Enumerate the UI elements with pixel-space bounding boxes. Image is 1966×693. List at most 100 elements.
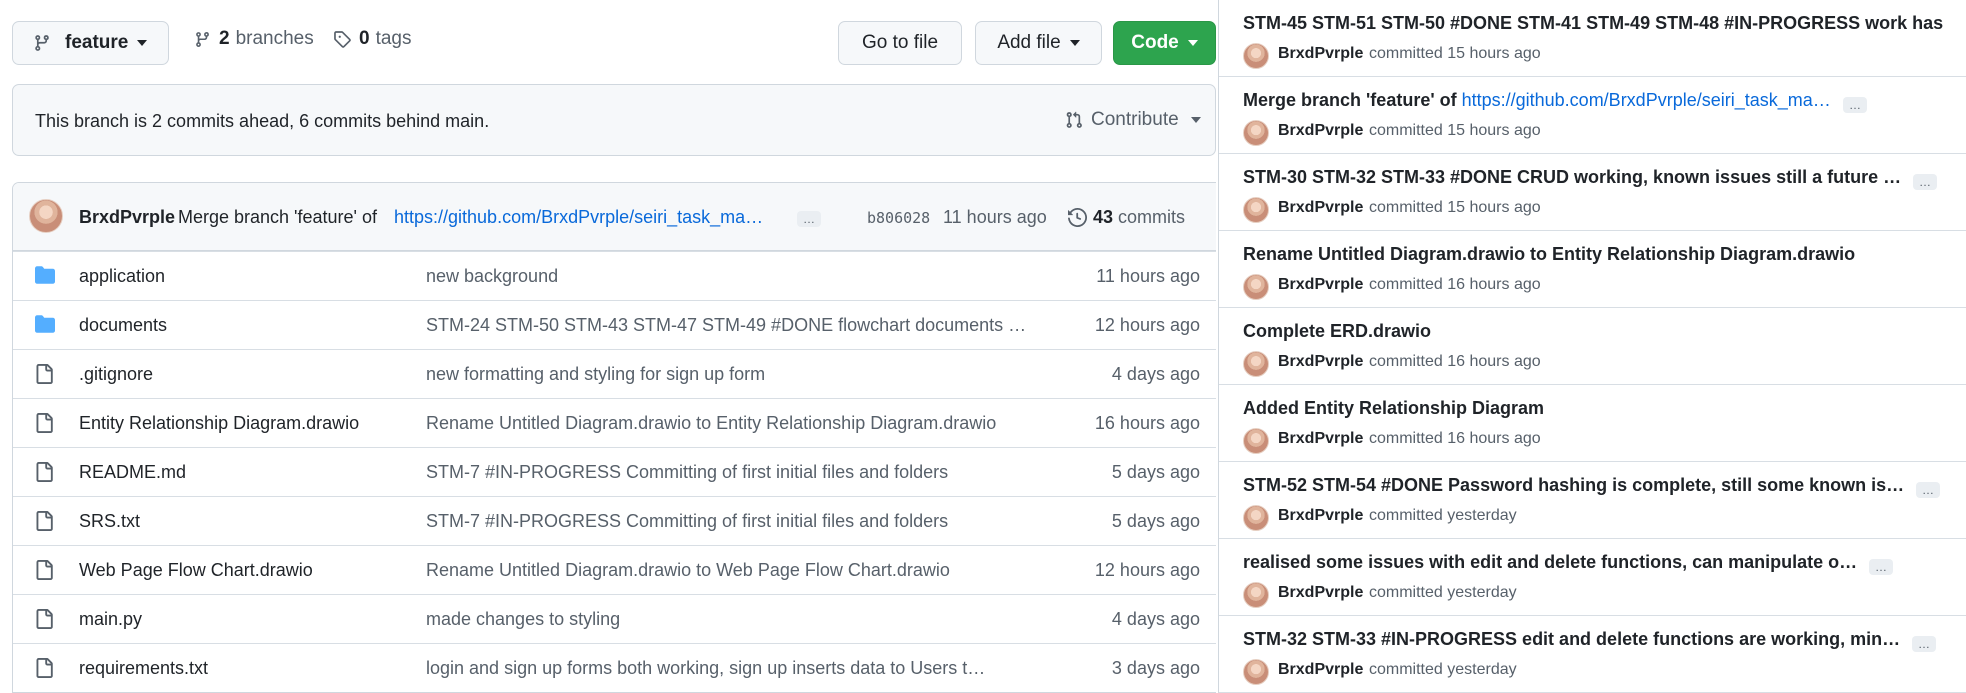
commits-count: 43	[1093, 207, 1114, 227]
commit-title-row: STM-45 STM-51 STM-50 #DONE STM-41 STM-49…	[1243, 13, 1943, 34]
file-name-link[interactable]: README.md	[79, 462, 186, 483]
branches-link[interactable]: 2 branches	[194, 28, 314, 50]
branch-name: feature	[65, 32, 129, 53]
commit-author[interactable]: BrxdPvrple	[1278, 661, 1363, 679]
commit-list-item: STM-30 STM-32 STM-33 #DONE CRUD working,…	[1219, 154, 1966, 231]
file-commit-message-link[interactable]: new background	[426, 266, 1046, 287]
file-name-link[interactable]: main.py	[79, 609, 142, 630]
expand-message-button[interactable]: …	[1869, 559, 1893, 575]
avatar[interactable]	[1243, 582, 1269, 608]
file-commit-message-link[interactable]: STM-7 #IN-PROGRESS Committing of first i…	[426, 511, 1046, 532]
commit-author[interactable]: BrxdPvrple	[1278, 199, 1363, 217]
file-row[interactable]: Web Page Flow Chart.drawio Rename Untitle…	[13, 545, 1216, 594]
commit-title-row: Complete ERD.drawio	[1243, 321, 1431, 342]
file-row[interactable]: application new background 11 hours ago	[13, 251, 1216, 300]
expand-message-button[interactable]: …	[1916, 482, 1940, 498]
commit-author[interactable]: BrxdPvrple	[1278, 45, 1363, 63]
avatar[interactable]	[1243, 505, 1269, 531]
file-commit-time: 16 hours ago	[1094, 413, 1200, 433]
file-commit-message-link[interactable]: login and sign up forms both working, si…	[426, 658, 1046, 679]
file-commit-message-link[interactable]: STM-7 #IN-PROGRESS Committing of first i…	[426, 462, 1046, 483]
code-label: Code	[1131, 32, 1179, 53]
avatar[interactable]	[1243, 197, 1269, 223]
file-row[interactable]: .gitignore new formatting and styling for…	[13, 349, 1216, 398]
commits-history-link[interactable]: 43 commits	[1068, 207, 1185, 228]
avatar[interactable]	[1243, 43, 1269, 69]
commit-title-link[interactable]: https://github.com/BrxdPvrple/seiri_task…	[1462, 90, 1831, 110]
tags-link[interactable]: 0 tags	[333, 28, 412, 50]
file-commit-time: 5 days ago	[1111, 462, 1200, 482]
file-row[interactable]: SRS.txt STM-7 #IN-PROGRESS Committing of …	[13, 496, 1216, 545]
file-name-link[interactable]: application	[79, 266, 165, 287]
avatar[interactable]	[1243, 351, 1269, 377]
commit-author[interactable]: BrxdPvrple	[1278, 276, 1363, 294]
add-file-button[interactable]: Add file	[975, 21, 1102, 65]
commit-list-item: STM-45 STM-51 STM-50 #DONE STM-41 STM-49…	[1219, 0, 1966, 77]
add-file-label: Add file	[997, 32, 1061, 53]
file-commit-message-link[interactable]: new formatting and styling for sign up f…	[426, 364, 1046, 385]
expand-message-button[interactable]: …	[1912, 636, 1936, 652]
file-name-link[interactable]: Web Page Flow Chart.drawio	[79, 560, 313, 581]
file-commit-time: 4 days ago	[1111, 609, 1200, 629]
file-row[interactable]: Entity Relationship Diagram.drawio Rename…	[13, 398, 1216, 447]
commit-title[interactable]: realised some issues with edit and delet…	[1243, 552, 1857, 572]
file-name-link[interactable]: Entity Relationship Diagram.drawio	[79, 413, 359, 434]
commit-message[interactable]: Merge branch 'feature' of	[178, 207, 377, 228]
file-commit-time: 3 days ago	[1111, 658, 1200, 678]
commit-meta: committed 16 hours ago	[1369, 430, 1541, 447]
avatar[interactable]	[1243, 428, 1269, 454]
commit-list-item: Added Entity Relationship Diagram BrxdPvr…	[1219, 385, 1966, 462]
expand-message-button[interactable]: …	[1843, 97, 1867, 113]
commit-sha[interactable]: b806028	[867, 209, 930, 227]
commit-author[interactable]: BrxdPvrple	[1278, 353, 1363, 371]
file-commit-time: 12 hours ago	[1094, 560, 1200, 580]
code-button[interactable]: Code	[1113, 21, 1216, 65]
commit-author[interactable]: BrxdPvrple	[1278, 507, 1363, 525]
file-icon	[36, 364, 53, 384]
file-name-link[interactable]: .gitignore	[79, 364, 153, 385]
commit-title[interactable]: STM-52 STM-54 #DONE Password hashing is …	[1243, 475, 1904, 495]
avatar[interactable]	[1243, 659, 1269, 685]
commit-author[interactable]: BrxdPvrple	[1278, 430, 1363, 448]
commit-title[interactable]: STM-30 STM-32 STM-33 #DONE CRUD working,…	[1243, 167, 1901, 187]
commit-title[interactable]: Merge branch 'feature' of	[1243, 90, 1462, 110]
commit-url-link[interactable]: https://github.com/BrxdPvrple/seiri_task…	[394, 207, 787, 228]
file-icon	[36, 511, 53, 531]
file-commit-message-link[interactable]: made changes to styling	[426, 609, 1046, 630]
commit-title[interactable]: Rename Untitled Diagram.drawio to Entity…	[1243, 244, 1855, 264]
branch-selector[interactable]: feature	[12, 21, 169, 65]
file-name-link[interactable]: documents	[79, 315, 167, 336]
file-commit-message-link[interactable]: Rename Untitled Diagram.drawio to Entity…	[426, 413, 1046, 434]
commit-meta: committed 15 hours ago	[1369, 45, 1541, 62]
file-row[interactable]: README.md STM-7 #IN-PROGRESS Committing o…	[13, 447, 1216, 496]
file-row[interactable]: documents STM-24 STM-50 STM-43 STM-47 STM…	[13, 300, 1216, 349]
commit-author[interactable]: BrxdPvrple	[1278, 584, 1363, 602]
branch-status-banner: This branch is 2 commits ahead, 6 commit…	[12, 84, 1216, 156]
avatar[interactable]	[29, 199, 63, 233]
expand-message-button[interactable]: …	[1913, 174, 1937, 190]
commit-title[interactable]: STM-32 STM-33 #IN-PROGRESS edit and dele…	[1243, 629, 1900, 649]
avatar[interactable]	[1243, 274, 1269, 300]
branches-count: 2	[219, 28, 230, 49]
commit-list-item: STM-32 STM-33 #IN-PROGRESS edit and dele…	[1219, 616, 1966, 693]
file-icon	[36, 462, 53, 482]
commit-author[interactable]: BrxdPvrple	[1278, 122, 1363, 140]
commit-title[interactable]: Added Entity Relationship Diagram	[1243, 398, 1544, 418]
file-commit-message-link[interactable]: Rename Untitled Diagram.drawio to Web Pa…	[426, 560, 1046, 581]
file-name-link[interactable]: requirements.txt	[79, 658, 208, 679]
file-row[interactable]: requirements.txt login and sign up forms …	[13, 643, 1216, 692]
commit-title[interactable]: Complete ERD.drawio	[1243, 321, 1431, 341]
avatar[interactable]	[1243, 120, 1269, 146]
tags-label: tags	[375, 28, 412, 49]
commits-label: commits	[1118, 207, 1186, 227]
commit-title[interactable]: STM-45 STM-51 STM-50 #DONE STM-41 STM-49…	[1243, 13, 1943, 33]
file-row[interactable]: main.py made changes to styling 4 days ago	[13, 594, 1216, 643]
commit-author[interactable]: BrxdPvrple	[79, 207, 175, 228]
file-commit-message-link[interactable]: STM-24 STM-50 STM-43 STM-47 STM-49 #DONE…	[426, 315, 1046, 336]
chevron-down-icon	[1187, 40, 1198, 46]
contribute-button[interactable]: Contribute	[1065, 109, 1201, 131]
file-name-link[interactable]: SRS.txt	[79, 511, 140, 532]
commit-list-item: Rename Untitled Diagram.drawio to Entity…	[1219, 231, 1966, 308]
expand-message-button[interactable]: …	[797, 211, 821, 227]
go-to-file-button[interactable]: Go to file	[838, 21, 962, 65]
